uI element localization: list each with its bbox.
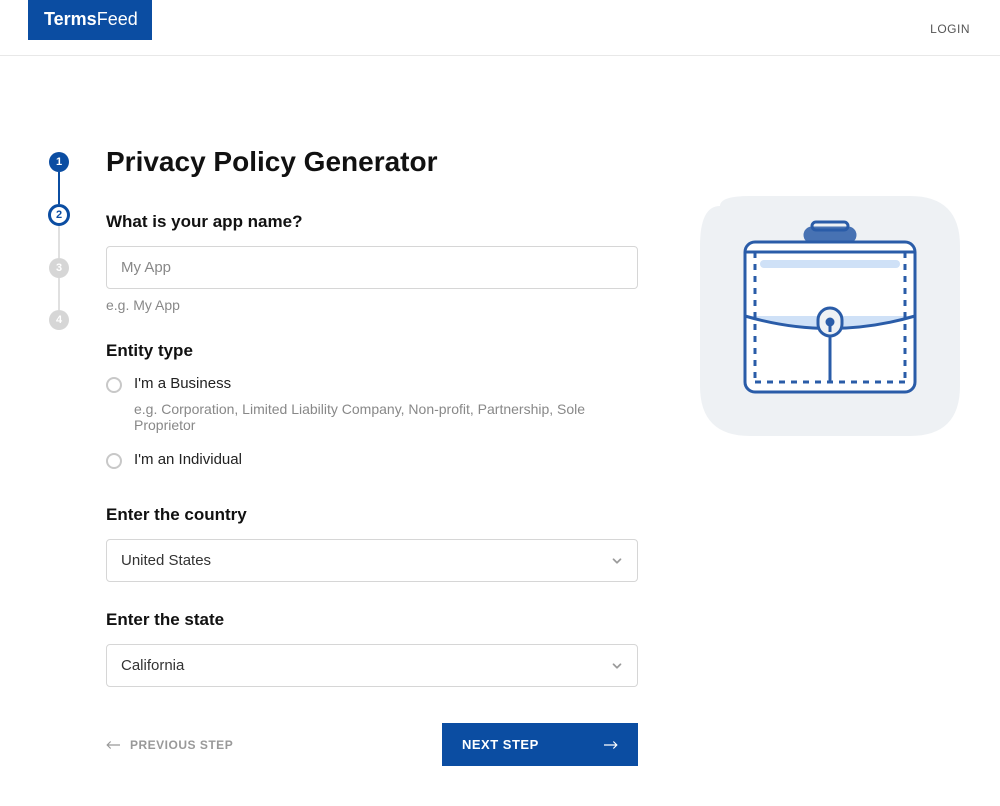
topbar: TermsFeed LOGIN [0, 0, 1000, 56]
step-4[interactable]: 4 [49, 310, 69, 330]
step-3[interactable]: 3 [49, 258, 69, 278]
next-step-label: NEXT STEP [462, 737, 539, 752]
entity-radio-individual[interactable]: I'm an Individual [106, 451, 646, 469]
entity-radio-group: I'm a Business e.g. Corporation, Limited… [106, 375, 646, 469]
logo-text-light: Feed [97, 9, 138, 29]
app-name-label: What is your app name? [106, 212, 646, 232]
arrow-left-icon [106, 740, 120, 750]
state-select[interactable]: California [106, 644, 638, 687]
content: Privacy Policy Generator What is your ap… [106, 146, 646, 766]
radio-label: I'm a Business [134, 375, 231, 392]
main: 1 2 3 4 Privacy Policy Generator What is… [0, 56, 1000, 806]
entity-business-helper: e.g. Corporation, Limited Liability Comp… [134, 401, 646, 433]
login-link[interactable]: LOGIN [930, 22, 970, 36]
state-select-wrap: California [106, 644, 638, 687]
state-label: Enter the state [106, 610, 646, 630]
radio-icon [106, 453, 122, 469]
country-select-wrap: United States [106, 539, 638, 582]
entity-radio-business[interactable]: I'm a Business [106, 375, 646, 393]
step-line [58, 226, 60, 258]
app-name-helper: e.g. My App [106, 297, 646, 313]
country-label: Enter the country [106, 505, 646, 525]
step-2[interactable]: 2 [48, 204, 70, 226]
nav-row: PREVIOUS STEP NEXT STEP [106, 723, 638, 766]
previous-step-button[interactable]: PREVIOUS STEP [106, 738, 233, 752]
app-name-input[interactable] [106, 246, 638, 289]
previous-step-label: PREVIOUS STEP [130, 738, 233, 752]
arrow-right-icon [604, 740, 618, 750]
step-line [58, 172, 60, 204]
logo-text-bold: Terms [44, 9, 97, 29]
country-select[interactable]: United States [106, 539, 638, 582]
page-title: Privacy Policy Generator [106, 146, 646, 178]
stepper: 1 2 3 4 [42, 146, 76, 766]
briefcase-illustration [690, 186, 970, 446]
radio-label: I'm an Individual [134, 451, 242, 468]
next-step-button[interactable]: NEXT STEP [442, 723, 638, 766]
radio-icon [106, 377, 122, 393]
entity-type-label: Entity type [106, 341, 646, 361]
step-line [58, 278, 60, 310]
logo[interactable]: TermsFeed [28, 0, 152, 40]
step-1[interactable]: 1 [49, 152, 69, 172]
